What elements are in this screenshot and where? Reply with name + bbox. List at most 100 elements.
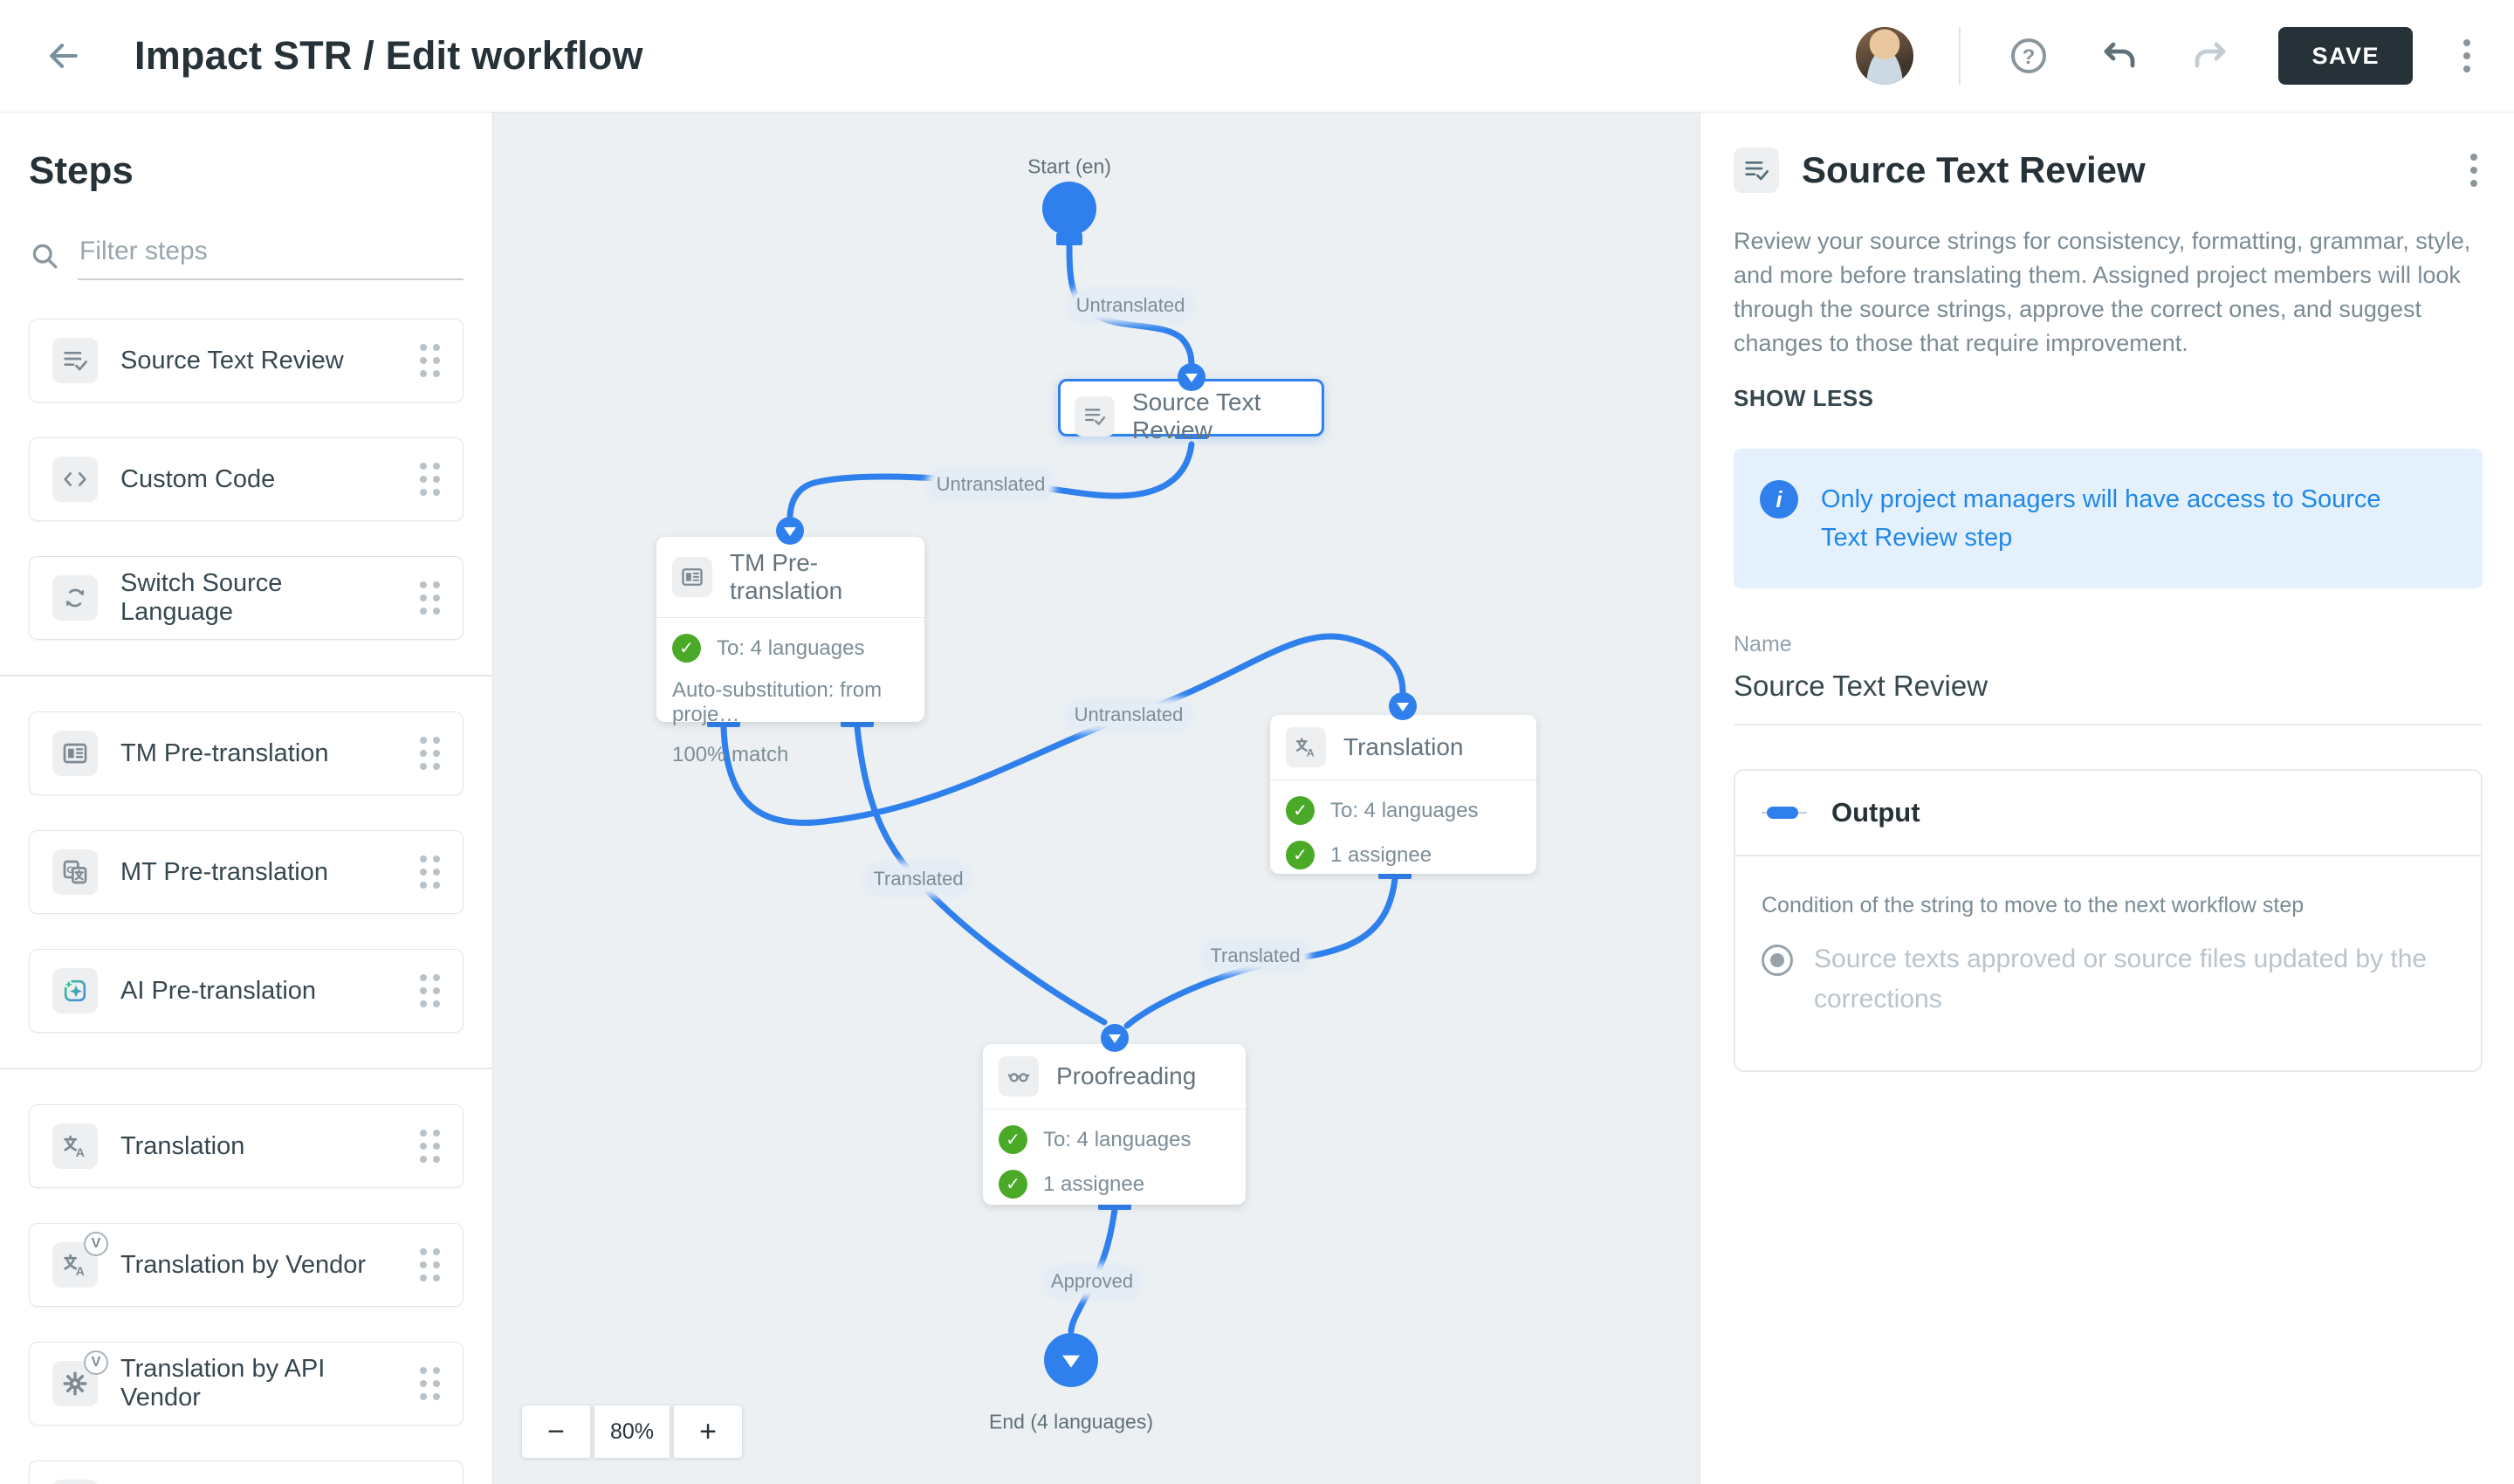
code-icon: [52, 457, 98, 502]
mt-icon: G: [52, 849, 98, 895]
drag-handle[interactable]: [420, 344, 440, 377]
sidebar-item-translation[interactable]: A Translation: [29, 1104, 464, 1188]
check-icon: ✓: [1286, 796, 1315, 825]
node-detail: To: 4 languages: [1043, 1128, 1191, 1152]
drag-handle[interactable]: [420, 737, 440, 770]
show-less-button[interactable]: SHOW LESS: [1734, 385, 1874, 412]
output-condition-option: Source texts approved or source files up…: [1814, 939, 2455, 1020]
sidebar-item-translation-by-vendor[interactable]: A V Translation by Vendor: [29, 1223, 464, 1307]
sidebar-item-label: TM Pre-translation: [120, 739, 329, 768]
globe-icon: [52, 1480, 98, 1484]
undo-button[interactable]: [2097, 33, 2142, 79]
node-proofreading[interactable]: Proofreading ✓ To: 4 languages ✓ 1 assig…: [983, 1044, 1246, 1205]
translate-vendor-icon: A V: [52, 1242, 98, 1288]
node-translation[interactable]: A Translation ✓ To: 4 languages ✓ 1 assi…: [1270, 715, 1536, 874]
divider: [1959, 27, 1961, 85]
page-title: Impact STR / Edit workflow: [134, 33, 643, 79]
drag-handle[interactable]: [420, 581, 440, 615]
check-icon: ✓: [999, 1125, 1027, 1154]
edge-arrow-icon: [1101, 1024, 1129, 1052]
sidebar-item-label: Translation by Vendor: [120, 1251, 366, 1280]
drag-handle[interactable]: [420, 1367, 440, 1400]
node-detail: To: 4 languages: [717, 636, 864, 661]
group-divider: [0, 675, 492, 677]
sidebar-item-translation-by-api-vendor[interactable]: V Translation by API Vendor: [29, 1342, 464, 1426]
sidebar-item-label: Custom Code: [120, 465, 275, 494]
vendor-badge: V: [84, 1350, 108, 1375]
sidebar-item-switch-source-language[interactable]: Switch Source Language: [29, 556, 464, 640]
end-node[interactable]: [1044, 1333, 1098, 1387]
back-button[interactable]: [38, 31, 87, 80]
help-icon: ?: [2008, 35, 2050, 77]
drag-handle[interactable]: [420, 855, 440, 889]
redo-button[interactable]: [2188, 33, 2233, 79]
zoom-out-button[interactable]: −: [521, 1405, 591, 1459]
svg-text:A: A: [76, 1145, 85, 1159]
node-detail: To: 4 languages: [1330, 799, 1478, 823]
output-condition-radio[interactable]: [1762, 945, 1793, 976]
end-node-label: End (4 languages): [989, 1411, 1153, 1434]
more-menu-button[interactable]: [2458, 34, 2476, 78]
start-node[interactable]: [1042, 182, 1096, 236]
panel-title: Source Text Review: [1802, 149, 2442, 191]
edge-label: Untranslated: [933, 473, 1049, 496]
name-field-label: Name: [1734, 632, 2483, 657]
group-divider: [0, 1068, 492, 1069]
check-icon: ✓: [672, 634, 701, 663]
sidebar-item-label: AI Pre-translation: [120, 977, 316, 1006]
edge-label: Approved: [1048, 1270, 1137, 1293]
workflow-canvas[interactable]: Start (en) End (4 languages) Untranslate…: [493, 113, 1700, 1484]
step-options-button[interactable]: [2465, 148, 2483, 192]
node-detail: 1 assignee: [1330, 843, 1432, 868]
info-alert: i Only project managers will have access…: [1734, 449, 2483, 588]
edge-label: Translated: [869, 868, 966, 890]
sidebar-item-label: Translation by API Vendor: [120, 1355, 397, 1412]
sidebar-item-mt-pre-translation[interactable]: G MT Pre-translation: [29, 830, 464, 914]
drag-handle[interactable]: [420, 463, 440, 496]
step-properties-panel: Source Text Review Review your source st…: [1700, 113, 2514, 1484]
drag-handle[interactable]: [420, 974, 440, 1007]
zoom-in-button[interactable]: +: [673, 1405, 743, 1459]
translate-icon: A: [52, 1123, 98, 1169]
sidebar-item-label: MT Pre-translation: [120, 858, 328, 887]
svg-text:?: ?: [2023, 45, 2036, 69]
topbar: Impact STR / Edit workflow ? SAVE: [0, 0, 2514, 113]
edge-label: Translated: [1206, 945, 1303, 967]
svg-text:A: A: [1307, 747, 1315, 759]
drag-handle[interactable]: [420, 1248, 440, 1281]
list-check-icon: [1734, 148, 1779, 193]
sidebar-item-label: Switch Source Language: [120, 569, 397, 627]
drag-handle[interactable]: [420, 1130, 440, 1163]
edge-label: Untranslated: [1071, 704, 1187, 726]
avatar[interactable]: [1856, 27, 1913, 85]
sidebar-item-tm-pre-translation[interactable]: TM Pre-translation: [29, 711, 464, 795]
edge-arrow-icon: [1389, 692, 1417, 720]
sidebar-item-source-text-review[interactable]: Source Text Review: [29, 319, 464, 402]
steps-sidebar: Steps Source Text Review Custom Code: [0, 113, 493, 1484]
redo-icon: [2189, 35, 2231, 77]
save-button[interactable]: SAVE: [2278, 27, 2413, 85]
gear-icon: V: [52, 1361, 98, 1406]
node-detail: 1 assignee: [1043, 1172, 1144, 1197]
edge-arrow-icon: [776, 517, 804, 545]
start-node-label: Start (en): [1027, 155, 1111, 179]
list-check-icon: [1075, 396, 1115, 436]
check-icon: ✓: [999, 1170, 1027, 1199]
sidebar-item-custom-code[interactable]: Custom Code: [29, 437, 464, 521]
search-icon: [29, 240, 60, 271]
svg-text:A: A: [76, 1264, 85, 1278]
node-tm-pre-translation[interactable]: TM Pre-translation ✓ To: 4 languages Aut…: [656, 537, 924, 722]
name-field-value[interactable]: Source Text Review: [1734, 670, 2483, 725]
output-port-icon: [1762, 801, 1807, 824]
filter-steps-input[interactable]: [78, 231, 464, 280]
edge-arrow-icon: [1178, 363, 1205, 391]
node-title: Translation: [1343, 733, 1463, 761]
sidebar-item-ai-pre-translation[interactable]: AI Pre-translation: [29, 949, 464, 1033]
info-icon: i: [1760, 480, 1798, 519]
arrow-left-icon: [44, 37, 82, 75]
info-alert-text: Only project managers will have access t…: [1821, 480, 2432, 557]
help-button[interactable]: ?: [2006, 33, 2051, 79]
list-check-icon: [52, 338, 98, 383]
sidebar-item-crowdsourcing[interactable]: Crowdsourcing: [29, 1460, 464, 1484]
node-detail: Auto-substitution: from proje…: [656, 678, 924, 727]
